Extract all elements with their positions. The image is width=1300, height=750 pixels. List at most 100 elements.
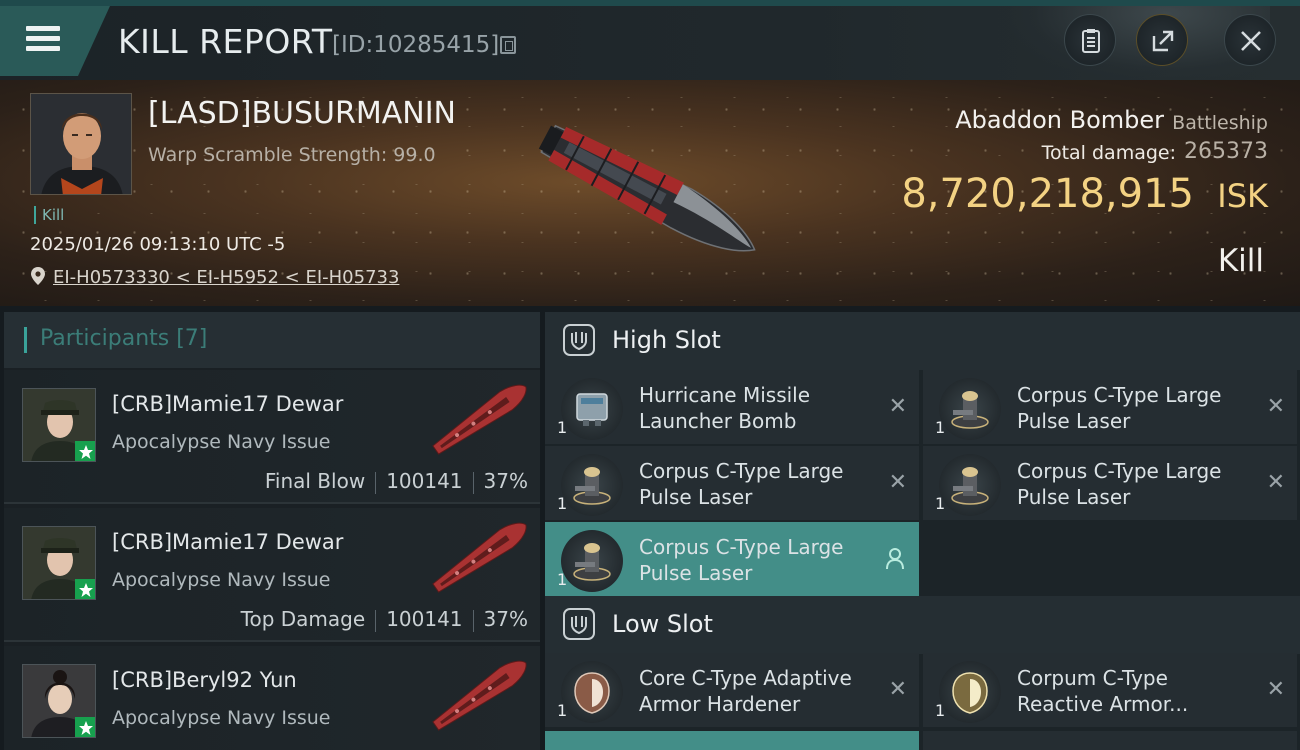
ship-class: Battleship (1172, 112, 1268, 134)
clipboard-button[interactable] (1064, 14, 1116, 66)
total-damage-value: 265373 (1184, 139, 1268, 164)
victim-name[interactable]: [LASD]BUSURMANIN (148, 96, 456, 131)
module-name-line2: Launcher Bomb (639, 409, 797, 433)
person-icon (886, 548, 904, 570)
low-slot-label: Low Slot (612, 610, 713, 638)
module-name-line1: Corpus C-Type Large (1017, 459, 1222, 483)
fitting-panel: High Slot 1 Hurricane Missile Launcher Bo… (545, 312, 1300, 750)
module-item[interactable]: 1 Hurricane Missile Launcher Bomb ✕ (545, 370, 919, 444)
participant-percent: 37% (483, 607, 528, 631)
menu-button[interactable] (0, 6, 110, 76)
low-slot-header: Low Slot (545, 596, 1300, 654)
participant-ship: Apocalypse Navy Issue (112, 431, 331, 453)
participant-role: Top Damage (240, 607, 366, 631)
module-name: Hurricane Missile Launcher Bomb (639, 382, 874, 434)
close-button[interactable] (1224, 14, 1276, 66)
module-item-dropped[interactable]: 1 Corpus C-Type Large Pulse Laser (545, 522, 919, 596)
participant-ship: Apocalypse Navy Issue (112, 707, 331, 729)
module-item[interactable]: 1 Core C-Type Adaptive Armor Hardener ✕ (545, 653, 919, 727)
participant-avatar (22, 388, 96, 462)
participant-name[interactable]: [CRB]Mamie17 Dewar (112, 392, 343, 416)
participant-ship: Apocalypse Navy Issue (112, 569, 331, 591)
copy-id-icon[interactable] (500, 36, 516, 54)
kill-datetime: 2025/01/26 09:13:10 UTC -5 (30, 234, 286, 255)
module-name-line2: Pulse Laser (639, 485, 753, 509)
armor-hardener-icon (561, 661, 623, 723)
participant-role: Final Blow (264, 469, 366, 493)
star-icon (79, 583, 93, 597)
module-quantity: 1 (557, 701, 568, 720)
module-item[interactable]: 1 Corpus C-Type Large Pulse Laser ✕ (923, 446, 1297, 520)
reactive-armor-icon (939, 661, 1001, 723)
module-name-line2: Reactive Armor... (1017, 692, 1189, 716)
module-item-partial[interactable] (923, 731, 1297, 750)
participant-row[interactable]: [CRB]Mamie17 Dewar Apocalypse Navy Issue… (4, 370, 540, 504)
apocalypse-ship-icon (432, 660, 527, 731)
destroyed-x-icon: ✕ (1266, 470, 1285, 495)
hamburger-icon (26, 26, 60, 52)
high-slot-header: High Slot (545, 312, 1300, 370)
participant-stats: Top Damage 100141 37% (241, 607, 528, 632)
fleet-star-badge (75, 717, 95, 737)
participants-accent-bar (24, 327, 27, 353)
location-link[interactable]: EI-H0573330 < EI-H5952 < EI-H05733 (53, 267, 399, 288)
module-name-line1: Corpum C-Type (1017, 666, 1168, 690)
stats-divider (375, 609, 377, 632)
module-item[interactable]: 1 Corpum C-Type Reactive Armor... ✕ (923, 653, 1297, 727)
missile-launcher-icon (561, 378, 623, 440)
module-quantity: 1 (557, 418, 568, 437)
star-icon (79, 445, 93, 459)
pulse-laser-icon (939, 378, 1001, 440)
module-quantity: 1 (935, 418, 946, 437)
kill-tag: Kill (34, 206, 64, 224)
participant-percent: 37% (483, 469, 528, 493)
pulse-laser-icon (939, 454, 1001, 516)
apocalypse-ship-icon (432, 384, 527, 455)
fleet-star-badge (75, 579, 95, 599)
participant-damage: 100141 (386, 607, 463, 631)
export-button[interactable] (1136, 14, 1188, 66)
module-quantity: 1 (935, 701, 946, 720)
close-icon (1241, 31, 1261, 51)
module-name-line1: Corpus C-Type Large (639, 535, 844, 559)
victim-avatar[interactable] (30, 93, 132, 195)
participant-damage: 100141 (386, 469, 463, 493)
result-label: Kill (1217, 243, 1264, 279)
module-item[interactable]: 1 Corpus C-Type Large Pulse Laser ✕ (923, 370, 1297, 444)
module-name-line1: Corpus C-Type Large (639, 459, 844, 483)
participant-stats: Final Blow 100141 37% (265, 469, 528, 494)
module-name: Corpum C-Type Reactive Armor... (1017, 665, 1252, 717)
apocalypse-ship-icon (432, 522, 527, 593)
module-quantity: 1 (557, 494, 568, 513)
star-icon (79, 721, 93, 735)
report-id: [ID:10285415] (332, 32, 500, 58)
module-item[interactable]: 1 Corpus C-Type Large Pulse Laser ✕ (545, 446, 919, 520)
module-name: Core C-Type Adaptive Armor Hardener (639, 665, 874, 717)
destroyed-x-icon: ✕ (888, 394, 907, 419)
module-quantity: 1 (935, 494, 946, 513)
export-icon (1152, 30, 1174, 52)
module-item-partial[interactable] (545, 731, 919, 750)
destroyed-x-icon: ✕ (888, 470, 907, 495)
ship-name[interactable]: Abaddon Bomber (955, 106, 1164, 134)
destroyed-x-icon: ✕ (1266, 394, 1285, 419)
total-damage-label: Total damage: (1041, 142, 1176, 164)
module-name-line2: Pulse Laser (1017, 409, 1131, 433)
low-slot-icon (563, 608, 595, 640)
module-name-line2: Pulse Laser (639, 561, 753, 585)
participant-row[interactable]: [CRB]Beryl92 Yun Apocalypse Navy Issue (4, 646, 540, 750)
participant-name[interactable]: [CRB]Beryl92 Yun (112, 668, 297, 692)
clipboard-icon (1082, 29, 1100, 53)
participant-row[interactable]: [CRB]Mamie17 Dewar Apocalypse Navy Issue… (4, 508, 540, 642)
victim-portrait-icon (31, 94, 131, 194)
participant-name[interactable]: [CRB]Mamie17 Dewar (112, 530, 343, 554)
module-name-line1: Hurricane Missile (639, 383, 811, 407)
pulse-laser-icon (561, 530, 623, 592)
destroyed-x-icon: ✕ (888, 677, 907, 702)
header-bar: KILL REPORT [ID:10285415] (0, 6, 1300, 80)
warp-scramble-strength: Warp Scramble Strength: 99.0 (148, 144, 436, 166)
page-title: KILL REPORT (118, 22, 333, 61)
stats-divider (472, 609, 474, 632)
module-name-line1: Core C-Type Adaptive (639, 666, 852, 690)
participant-avatar (22, 664, 96, 738)
